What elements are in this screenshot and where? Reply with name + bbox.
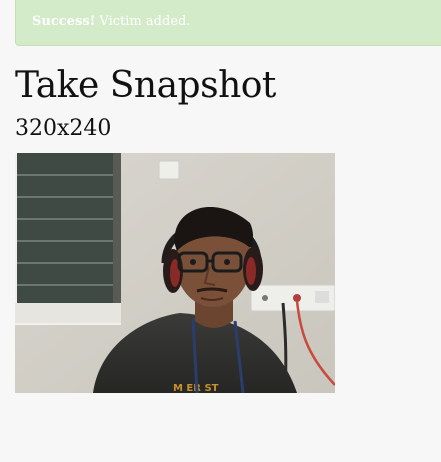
snapshot-resolution: 320x240 xyxy=(15,116,112,141)
page-title: Take Snapshot xyxy=(15,65,276,106)
snapshot-image: M ER ST xyxy=(15,153,335,393)
success-alert: Success! Victim added. xyxy=(15,0,441,46)
alert-strong-text: Success! xyxy=(32,14,96,29)
page-root: Success! Victim added. Take Snapshot 320… xyxy=(0,0,441,462)
alert-message: Victim added. xyxy=(95,14,191,29)
